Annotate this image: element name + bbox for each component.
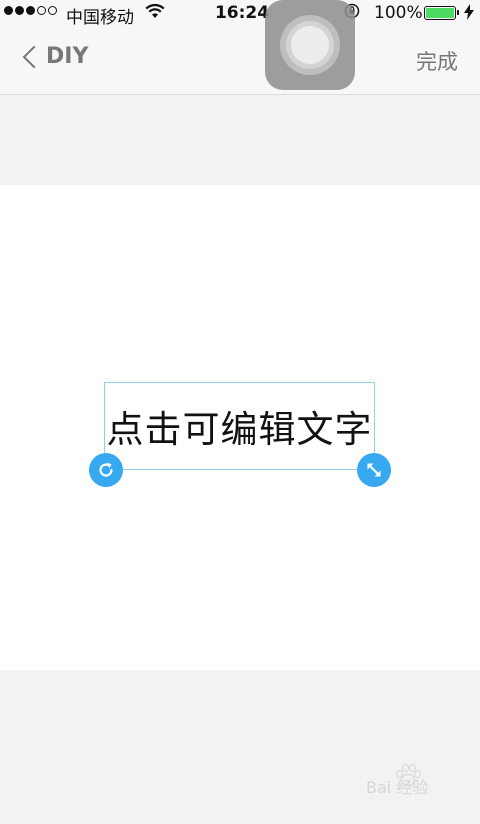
rotate-handle[interactable] [89, 453, 123, 487]
editable-text[interactable]: 点击可编辑文字 [107, 399, 373, 453]
done-button[interactable]: 完成 [416, 46, 458, 76]
battery-icon [424, 6, 459, 20]
resize-icon [364, 460, 384, 480]
charging-bolt-icon [464, 4, 474, 24]
diy-canvas[interactable]: 点击可编辑文字 [0, 185, 480, 670]
assistive-touch-button[interactable] [265, 0, 355, 90]
chevron-left-icon [22, 45, 46, 68]
back-button[interactable]: DIY [20, 44, 88, 69]
baidu-jingyan-watermark: Bai 经验 [366, 764, 428, 798]
signal-dots-icon [4, 6, 57, 15]
time-label: 16:24 [214, 3, 270, 23]
rotate-icon [96, 460, 116, 480]
editable-text-box[interactable]: 点击可编辑文字 [104, 382, 375, 470]
resize-handle[interactable] [357, 453, 391, 487]
paw-logo-icon [394, 764, 421, 786]
nav-bar: DIY 完成 [0, 26, 480, 95]
back-button-label: DIY [46, 44, 89, 69]
wifi-icon [145, 3, 165, 24]
battery-percent: 100% [374, 3, 423, 23]
status-bar: 中国移动 16:24 100% [0, 0, 480, 28]
carrier-label: 中国移动 [66, 8, 134, 28]
